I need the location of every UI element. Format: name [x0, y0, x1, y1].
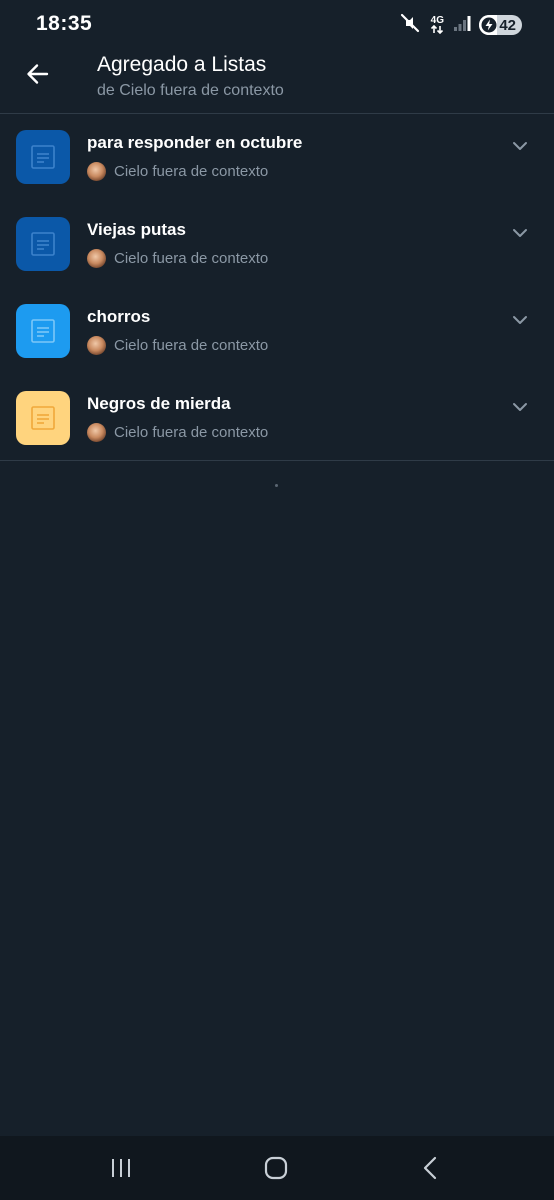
list-document-icon [31, 319, 55, 343]
battery-indicator: 42 [479, 15, 522, 35]
home-button[interactable] [256, 1148, 296, 1188]
chevron-down-icon [513, 316, 527, 324]
back-icon [423, 1156, 437, 1180]
list-owner: Cielo fuera de contexto [87, 247, 268, 269]
list-document-icon [31, 406, 55, 430]
list-icon [16, 304, 70, 358]
list-item[interactable]: para responder en octubre Cielo fuera de… [0, 114, 554, 201]
chevron-down-icon [513, 229, 527, 237]
list-document-icon [31, 145, 55, 169]
page-subtitle: de Cielo fuera de contexto [97, 82, 284, 99]
system-nav-bar [0, 1136, 554, 1200]
list-name: Negros de mierda [87, 394, 231, 413]
chevron-down-icon [513, 142, 527, 150]
list-item[interactable]: Negros de mierda Cielo fuera de contexto [0, 375, 554, 462]
battery-charging-icon [481, 17, 497, 33]
status-bar: 18:35 4G 42 [0, 0, 554, 50]
list-icon [16, 130, 70, 184]
expand-button[interactable] [508, 395, 532, 419]
expand-button[interactable] [508, 134, 532, 158]
list-icon [16, 391, 70, 445]
list-name: para responder en octubre [87, 133, 303, 152]
status-time: 18:35 [36, 12, 93, 35]
network-4g-icon: 4G [429, 16, 445, 34]
home-icon [264, 1156, 288, 1180]
lists-container: para responder en octubre Cielo fuera de… [0, 114, 554, 462]
status-icons: 4G 42 [399, 12, 522, 38]
battery-level: 42 [499, 16, 516, 34]
owner-name: Cielo fuera de contexto [114, 336, 269, 354]
chevron-down-icon [513, 403, 527, 411]
expand-button[interactable] [508, 308, 532, 332]
owner-name: Cielo fuera de contexto [114, 162, 269, 180]
list-owner: Cielo fuera de contexto [87, 334, 268, 356]
expand-button[interactable] [508, 221, 532, 245]
recent-apps-button[interactable] [101, 1148, 141, 1188]
owner-name: Cielo fuera de contexto [114, 249, 269, 267]
header: Agregado a Listas de Cielo fuera de cont… [0, 50, 554, 113]
list-owner: Cielo fuera de contexto [87, 160, 268, 182]
loading-indicator [275, 484, 278, 487]
owner-name: Cielo fuera de contexto [114, 423, 269, 441]
list-name: Viejas putas [87, 220, 186, 239]
list-owner: Cielo fuera de contexto [87, 421, 268, 443]
list-name: chorros [87, 307, 151, 326]
list-item[interactable]: Viejas putas Cielo fuera de contexto [0, 201, 554, 288]
recent-apps-icon [112, 1159, 130, 1177]
list-icon [16, 217, 70, 271]
back-arrow-icon [25, 61, 51, 92]
signal-icon [453, 14, 471, 37]
list-item[interactable]: chorros Cielo fuera de contexto [0, 288, 554, 375]
avatar [87, 248, 106, 268]
mute-icon [399, 12, 421, 39]
page-title: Agregado a Listas [97, 53, 267, 76]
list-bottom-divider [0, 460, 554, 461]
avatar [87, 161, 106, 181]
system-back-button[interactable] [411, 1148, 451, 1188]
avatar [87, 422, 106, 442]
avatar [87, 335, 106, 355]
list-document-icon [31, 232, 55, 256]
network-label: 4G [430, 15, 444, 26]
back-button[interactable] [16, 54, 60, 98]
